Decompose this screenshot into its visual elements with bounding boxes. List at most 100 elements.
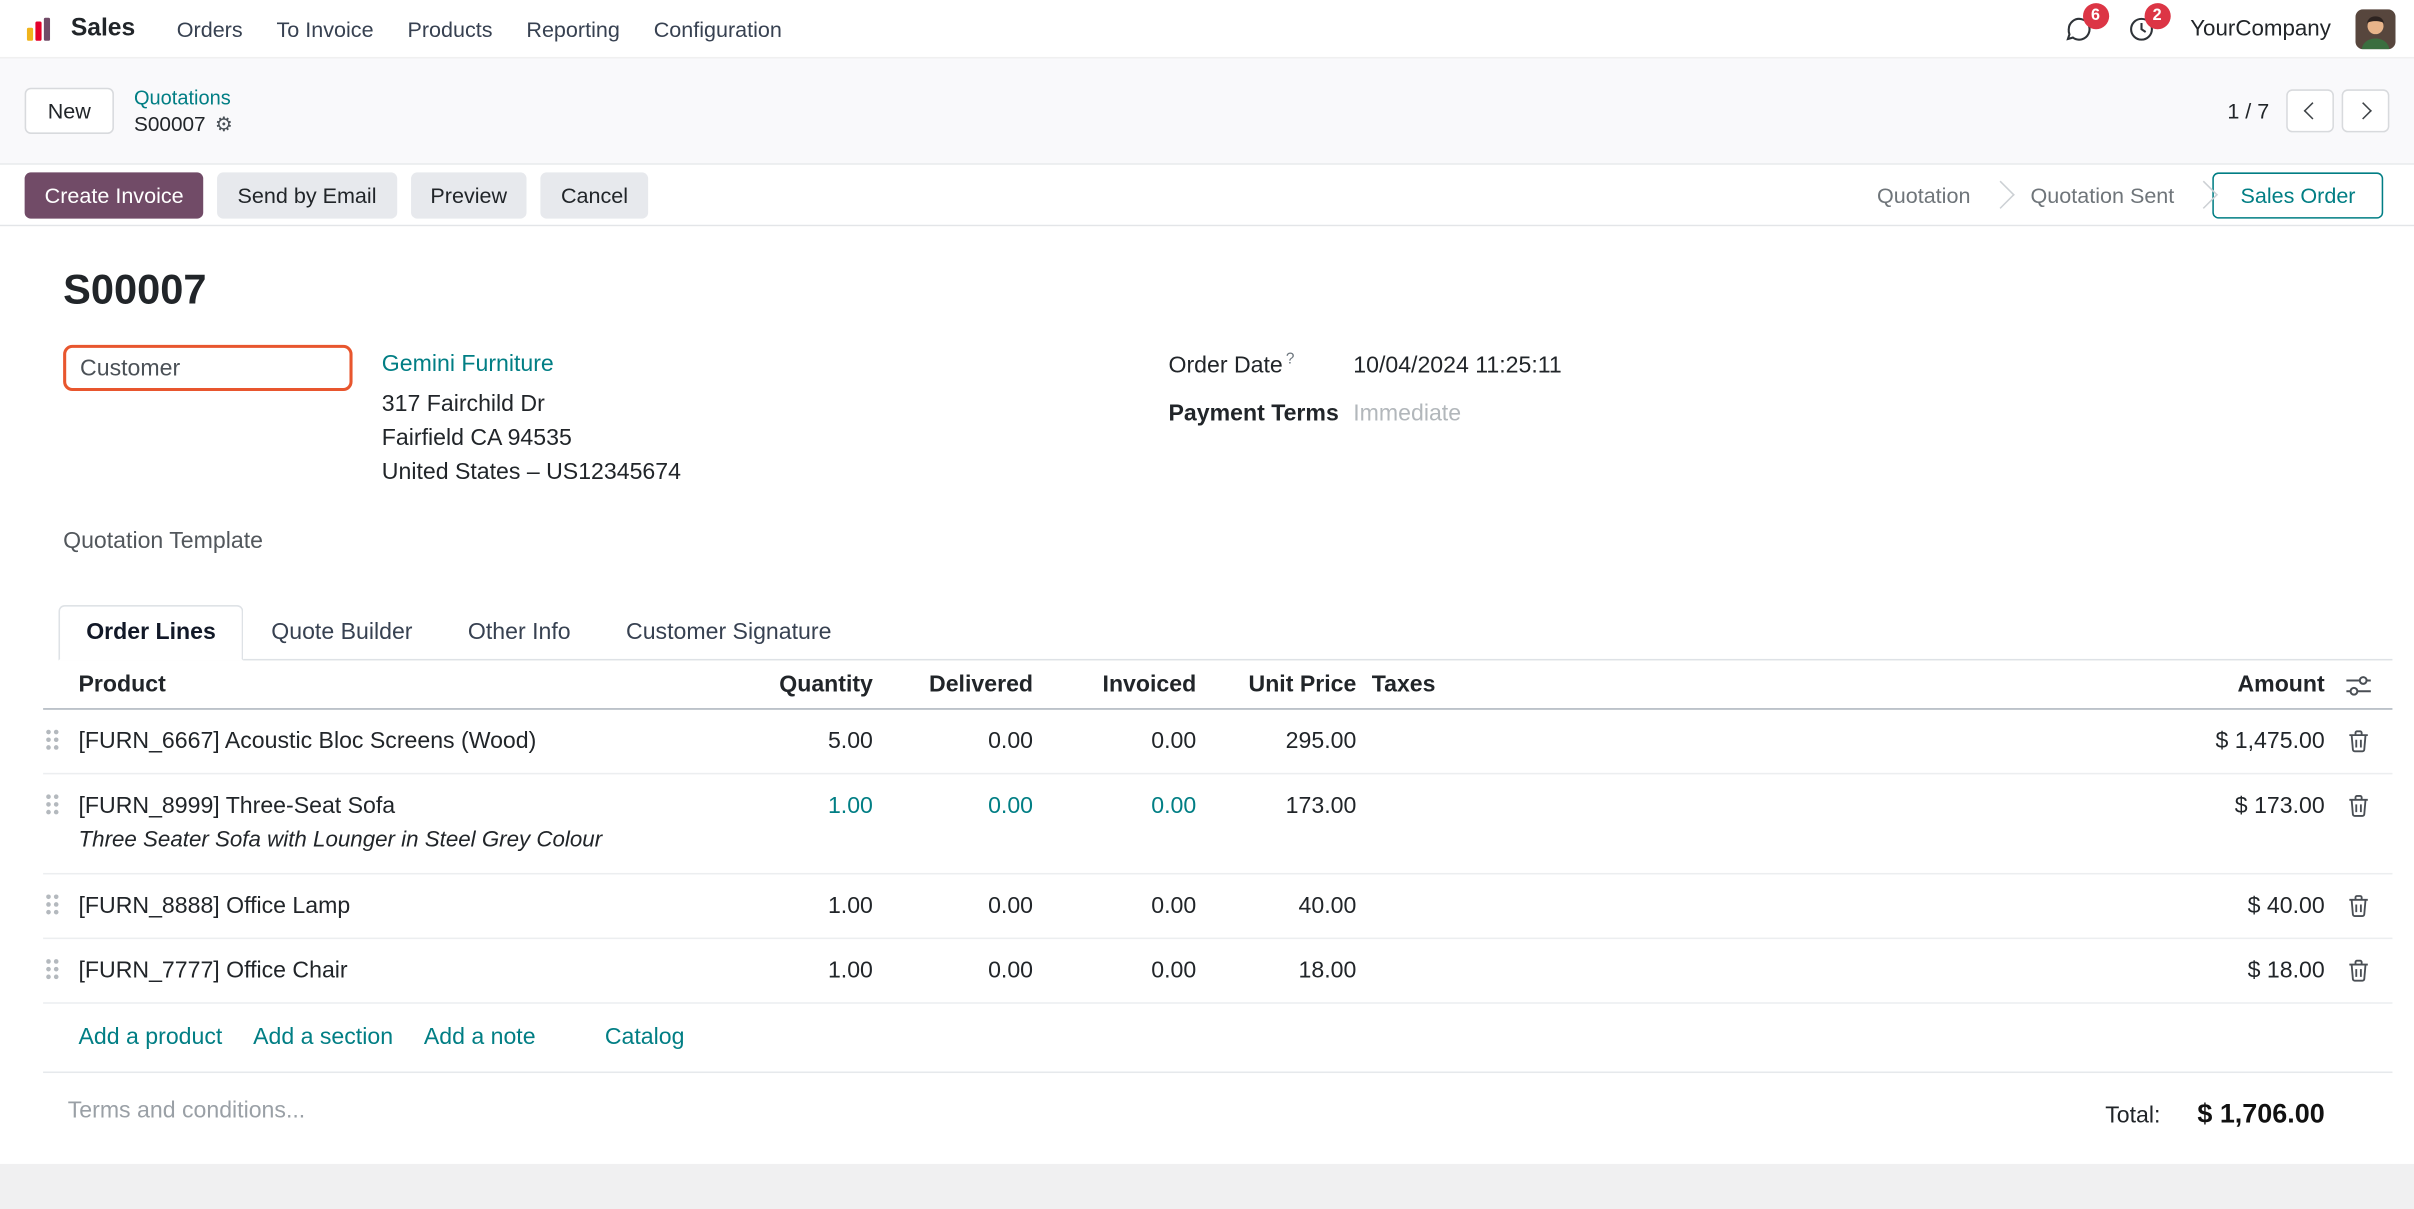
help-icon: ? [1286, 351, 1295, 368]
total-amount: $ 1,706.00 [2197, 1098, 2324, 1130]
notebook-tabs: Order LinesQuote BuilderOther InfoCustom… [59, 605, 2393, 660]
create-invoice-button[interactable]: Create Invoice [25, 172, 204, 218]
invoiced-cell[interactable]: 0.00 [1033, 891, 1196, 920]
amount-cell: $ 40.00 [1940, 891, 2325, 920]
order-line-row: [FURN_8999] Three-Seat Sofa Three Seater… [43, 774, 2392, 874]
avatar-image [2355, 8, 2395, 48]
order-lines-body: [FURN_6667] Acoustic Bloc Screens (Wood)… [43, 710, 2392, 1004]
company-menu[interactable]: YourCompany [2190, 16, 2331, 41]
quantity-cell[interactable]: 1.00 [734, 891, 873, 920]
delivered-cell[interactable]: 0.00 [873, 956, 1033, 985]
add-a-note-link[interactable]: Add a note [424, 1024, 536, 1050]
pager-previous-button[interactable] [2286, 89, 2334, 132]
product-name[interactable]: [FURN_8999] Three-Seat Sofa [79, 791, 723, 820]
customer-link[interactable]: Gemini Furniture [382, 351, 554, 377]
gear-icon[interactable]: ⚙ [215, 114, 233, 134]
preview-button[interactable]: Preview [410, 172, 527, 218]
status-step-quotation-sent[interactable]: Quotation Sent [2009, 172, 2196, 218]
drag-handle[interactable] [46, 794, 51, 799]
breadcrumb-quotations-link[interactable]: Quotations [134, 86, 233, 109]
quantity-cell[interactable]: 5.00 [734, 727, 873, 756]
control-panel: New Quotations S00007 ⚙ 1 / 7 [0, 59, 2414, 164]
form-sheet: S00007 Gemini Furniture 317 Fairchild Dr… [0, 226, 2414, 1164]
column-quantity: Quantity [734, 670, 873, 699]
invoiced-cell[interactable]: 0.00 [1033, 791, 1196, 820]
order-line-row: [FURN_7777] Office Chair 1.00 0.00 0.00 … [43, 939, 2392, 1004]
menu-item-products[interactable]: Products [391, 4, 510, 53]
menu-item-to-invoice[interactable]: To Invoice [260, 4, 391, 53]
add-a-section-link[interactable]: Add a section [253, 1024, 393, 1050]
product-name[interactable]: [FURN_7777] Office Chair [79, 956, 723, 985]
user-avatar[interactable] [2355, 8, 2395, 48]
product-name[interactable]: [FURN_6667] Acoustic Bloc Screens (Wood) [79, 727, 723, 756]
optional-columns-icon[interactable] [2346, 674, 2371, 697]
tab-order-lines[interactable]: Order Lines [59, 605, 244, 660]
chevron-right-icon [2354, 102, 2371, 119]
record-title: S00007 [63, 266, 2392, 314]
unit-price-cell[interactable]: 18.00 [1196, 956, 1356, 985]
customer-address: 317 Fairchild DrFairfield CA 94535United… [382, 388, 681, 490]
navbar-menu: OrdersTo InvoiceProductsReportingConfigu… [160, 4, 799, 53]
menu-item-orders[interactable]: Orders [160, 4, 260, 53]
invoiced-cell[interactable]: 0.00 [1033, 956, 1196, 985]
order-date-value[interactable]: 10/04/2024 11:25:11 [1353, 353, 1561, 379]
app-name[interactable]: Sales [71, 15, 135, 43]
delete-line-icon[interactable] [2348, 730, 2370, 753]
page-background [0, 1164, 2414, 1209]
column-unit-price: Unit Price [1196, 670, 1356, 699]
delete-line-icon[interactable] [2348, 794, 2370, 817]
pager: 1 / 7 [2227, 89, 2389, 132]
sales-app-icon[interactable] [12, 13, 64, 44]
form-top-section: Gemini Furniture 317 Fairchild DrFairfie… [63, 345, 2392, 554]
tab-quote-builder[interactable]: Quote Builder [244, 605, 441, 660]
invoiced-cell[interactable]: 0.00 [1033, 727, 1196, 756]
drag-handle[interactable] [46, 894, 51, 899]
delivered-cell[interactable]: 0.00 [873, 891, 1033, 920]
odoo-app-window: Sales OrdersTo InvoiceProductsReportingC… [0, 0, 2414, 1209]
drag-handle[interactable] [46, 730, 51, 735]
address-line: Fairfield CA 94535 [382, 422, 681, 456]
customer-section: Gemini Furniture 317 Fairchild DrFairfie… [63, 345, 1168, 554]
messages-button[interactable]: 6 [2053, 8, 2104, 48]
address-line: United States – US12345674 [382, 456, 681, 490]
unit-price-cell[interactable]: 295.00 [1196, 727, 1356, 756]
delete-line-icon[interactable] [2348, 894, 2370, 917]
delete-line-icon[interactable] [2348, 959, 2370, 982]
quantity-cell[interactable]: 1.00 [734, 956, 873, 985]
catalog-link[interactable]: Catalog [605, 1024, 685, 1050]
tab-other-info[interactable]: Other Info [440, 605, 598, 660]
cancel-button[interactable]: Cancel [541, 172, 648, 218]
column-amount: Amount [1940, 670, 2325, 699]
quantity-cell[interactable]: 1.00 [734, 791, 873, 820]
add-a-product-link[interactable]: Add a product [79, 1024, 223, 1050]
navbar-left: Sales OrdersTo InvoiceProductsReportingC… [12, 4, 799, 53]
quotation-template-label: Quotation Template [63, 528, 1168, 554]
unit-price-cell[interactable]: 40.00 [1196, 891, 1356, 920]
menu-item-reporting[interactable]: Reporting [509, 4, 636, 53]
new-button[interactable]: New [25, 88, 114, 134]
delivered-cell[interactable]: 0.00 [873, 791, 1033, 820]
menu-item-configuration[interactable]: Configuration [637, 4, 799, 53]
terms-placeholder[interactable]: Terms and conditions... [63, 1098, 305, 1124]
unit-price-cell[interactable]: 173.00 [1196, 791, 1356, 820]
status-step-sales-order[interactable]: Sales Order [2213, 172, 2383, 218]
product-name[interactable]: [FURN_8888] Office Lamp [79, 891, 723, 920]
column-delivered: Delivered [873, 670, 1033, 699]
drag-handle[interactable] [46, 959, 51, 964]
product-description: Three Seater Sofa with Lounger in Steel … [79, 827, 723, 856]
status-step-quotation[interactable]: Quotation [1855, 172, 1992, 218]
tab-customer-signature[interactable]: Customer Signature [598, 605, 859, 660]
statusbar-row: Create Invoice Send by Email Preview Can… [0, 163, 2414, 226]
payment-terms-value[interactable]: Immediate [1353, 400, 1461, 426]
pager-counter[interactable]: 1 / 7 [2227, 99, 2269, 124]
activities-button[interactable]: 2 [2116, 8, 2165, 48]
bar-chart-logo-icon [23, 13, 54, 44]
customer-input[interactable] [63, 345, 352, 391]
order-line-row: [FURN_6667] Acoustic Bloc Screens (Wood)… [43, 710, 2392, 775]
pager-next-button[interactable] [2342, 89, 2390, 132]
status-pipeline: Quotation Quotation Sent Sales Order [1855, 172, 2383, 218]
delivered-cell[interactable]: 0.00 [873, 727, 1033, 756]
amount-cell: $ 1,475.00 [1940, 727, 2325, 756]
send-by-email-button[interactable]: Send by Email [218, 172, 397, 218]
navbar: Sales OrdersTo InvoiceProductsReportingC… [0, 0, 2414, 59]
